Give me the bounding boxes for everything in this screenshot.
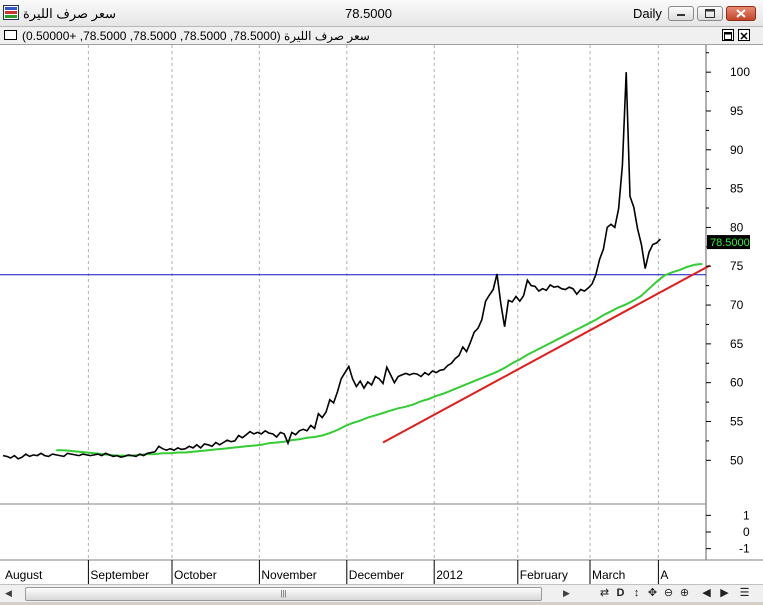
chart-toolbar: ⇄ D ↕ ✥ ⊖ ⊕ ◀ ▶ ☰ [575, 584, 763, 602]
window-title: سعر صرف الليرة [23, 6, 117, 21]
x-tick-label: September [90, 568, 149, 582]
plot-background [0, 45, 706, 584]
scroll-left-arrow-icon[interactable]: ◀ [0, 585, 17, 602]
y-tick-label: 60 [730, 376, 744, 390]
y-tick-label: 65 [730, 337, 744, 351]
last-price-label: 78.5000 [710, 237, 750, 249]
x-tick-label: October [174, 568, 217, 582]
minimize-icon [677, 14, 685, 16]
panel-maximize-icon [724, 32, 732, 40]
panel-close-button[interactable] [738, 29, 750, 41]
window-price: 78.5000 [345, 6, 392, 21]
x-tick-label: A [660, 568, 668, 582]
chart-area[interactable]: 50 55 60 65 70 75 80 85 90 95 100 78.5000 1 0 -1 Augu… [0, 45, 763, 584]
x-tick-label: February [520, 568, 568, 582]
y-tick-label: 95 [730, 104, 744, 118]
chart-window-icon [3, 5, 19, 20]
x-tick-label: August [5, 568, 43, 582]
move-vertical-icon[interactable]: ↕ [629, 585, 644, 602]
maximize-icon [705, 9, 715, 18]
panel-close-icon [740, 32, 748, 40]
chart-legend-bar: سعر صرف الليرة (78.5000, 78.5000, 78.500… [0, 27, 763, 45]
x-tick-label: March [592, 568, 625, 582]
zoom-in-icon[interactable]: ⊕ [677, 585, 692, 602]
daily-period-icon[interactable]: D [613, 585, 628, 602]
minimize-button[interactable] [668, 6, 694, 21]
scroll-left-icon[interactable]: ◀ [699, 585, 714, 602]
panel-maximize-button[interactable] [722, 29, 734, 41]
x-tick-label: November [261, 568, 316, 582]
menu-icon[interactable]: ☰ [737, 585, 752, 602]
y-tick-label: 100 [730, 65, 750, 79]
scroll-thumb[interactable]: ||| [25, 587, 542, 601]
maximize-button[interactable] [697, 6, 723, 21]
period-label[interactable]: Daily [633, 6, 662, 21]
lower-tick-label: 0 [743, 525, 750, 539]
y-tick-label: 50 [730, 453, 744, 467]
y-tick-label: 75 [730, 259, 744, 273]
close-button[interactable] [726, 6, 756, 21]
zoom-out-icon[interactable]: ⊖ [661, 585, 676, 602]
close-icon [736, 9, 746, 18]
legend-icon [4, 30, 17, 40]
axis-background [706, 45, 763, 584]
lower-tick-label: 1 [743, 508, 750, 522]
lower-tick-label: -1 [739, 542, 750, 556]
y-tick-label: 70 [730, 298, 744, 312]
move-icon[interactable]: ✥ [645, 585, 660, 602]
y-tick-label: 90 [730, 143, 744, 157]
x-tick-label: December [349, 568, 404, 582]
y-tick-label: 80 [730, 220, 744, 234]
x-tick-label: 2012 [436, 568, 463, 582]
scroll-right-icon[interactable]: ▶ [717, 585, 732, 602]
sync-icon[interactable]: ⇄ [597, 585, 612, 602]
title-bar: سعر صرف الليرة 78.5000 Daily [0, 0, 763, 27]
y-tick-label: 85 [730, 182, 744, 196]
series-legend: سعر صرف الليرة (78.5000, 78.5000, 78.500… [22, 29, 370, 43]
scroll-right-arrow-icon[interactable]: ▶ [558, 585, 575, 602]
horizontal-scrollbar[interactable]: ◀ ||| ▶ [0, 584, 575, 602]
y-tick-label: 55 [730, 414, 744, 428]
